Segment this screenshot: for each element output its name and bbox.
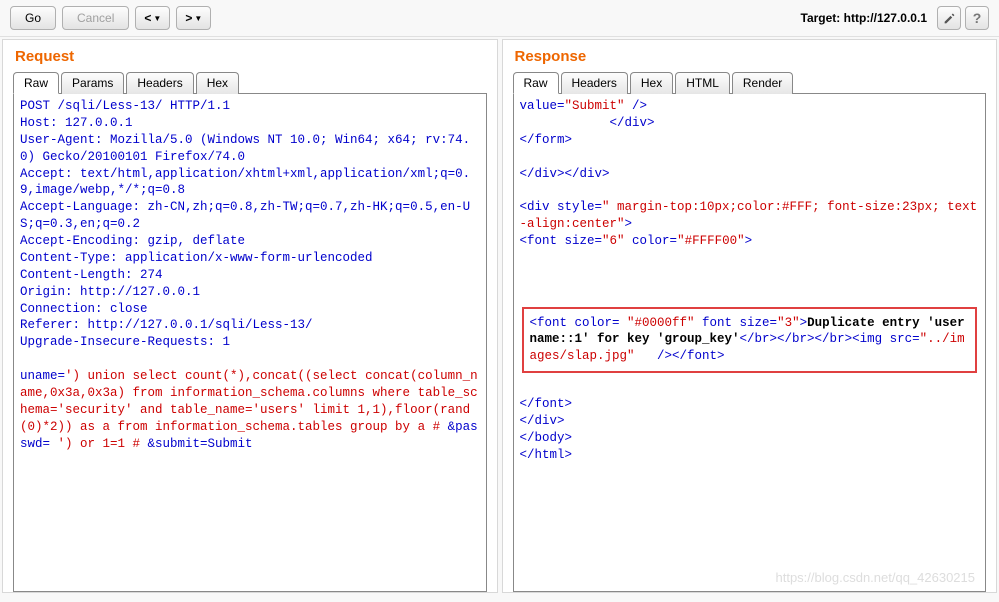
- request-panel: Request Raw Params Headers Hex POST /sql…: [2, 39, 498, 593]
- main-split: Request Raw Params Headers Hex POST /sql…: [0, 37, 999, 595]
- tab-html[interactable]: HTML: [675, 72, 730, 94]
- response-tabs: Raw Headers Hex HTML Render: [513, 71, 987, 94]
- header-lang: Accept-Language: zh-CN,zh;q=0.8,zh-TW;q=…: [20, 200, 470, 231]
- help-icon-button[interactable]: ?: [965, 6, 989, 30]
- cancel-button[interactable]: Cancel: [62, 6, 129, 30]
- toolbar: Go Cancel <▼ >▼ Target: http://127.0.0.1…: [0, 0, 999, 37]
- resp-boxc: "#0000ff": [627, 316, 695, 330]
- pencil-icon: [943, 12, 956, 25]
- header-conn: Connection: close: [20, 302, 148, 316]
- header-enc: Accept-Encoding: gzip, deflate: [20, 234, 245, 248]
- resp-l6d: color=: [625, 234, 678, 248]
- header-accept: Accept: text/html,application/xhtml+xml,…: [20, 167, 470, 198]
- tab-headers[interactable]: Headers: [126, 72, 193, 94]
- tab-headers[interactable]: Headers: [561, 72, 628, 94]
- chevron-left-icon: <: [144, 11, 151, 25]
- resp-l8: </div>: [520, 414, 565, 428]
- request-content[interactable]: POST /sqli/Less-13/ HTTP/1.1 Host: 127.0…: [14, 94, 486, 456]
- resp-l9: </body>: [520, 431, 573, 445]
- resp-boxb: color=: [575, 316, 628, 330]
- resp-l6a: <font: [520, 234, 565, 248]
- body-payload: ') union select count(*),concat((select …: [20, 369, 478, 434]
- tab-raw[interactable]: Raw: [513, 72, 559, 94]
- response-content[interactable]: value="Submit" /> </div> </form> </div><…: [514, 94, 986, 468]
- header-uir: Upgrade-Insecure-Requests: 1: [20, 335, 230, 349]
- go-button[interactable]: Go: [10, 6, 56, 30]
- resp-l6e: "#FFFF00": [677, 234, 745, 248]
- resp-boxd: font size=: [695, 316, 778, 330]
- resp-l6b: size=: [565, 234, 603, 248]
- question-icon: ?: [973, 10, 982, 26]
- dropdown-icon: ▼: [153, 14, 161, 23]
- header-ref: Referer: http://127.0.0.1/sqli/Less-13/: [20, 318, 313, 332]
- resp-l6f: >: [745, 234, 753, 248]
- request-content-wrap[interactable]: POST /sqli/Less-13/ HTTP/1.1 Host: 127.0…: [13, 94, 487, 592]
- request-line: POST /sqli/Less-13/ HTTP/1.1: [20, 99, 230, 113]
- resp-l1a: value=: [520, 99, 565, 113]
- request-title: Request: [15, 48, 487, 65]
- header-ctype: Content-Type: application/x-www-form-url…: [20, 251, 373, 265]
- resp-l5d: >: [625, 217, 633, 231]
- resp-boxa: <font: [530, 316, 575, 330]
- resp-boxg: </br></br></br><img src=: [740, 332, 920, 346]
- target-label: Target: http://127.0.0.1: [801, 11, 927, 25]
- resp-boxf: >: [800, 316, 808, 330]
- resp-l4: </div></div>: [520, 167, 610, 181]
- resp-l5b: style=: [557, 200, 602, 214]
- resp-l5a: <div: [520, 200, 558, 214]
- edit-icon-button[interactable]: [937, 6, 961, 30]
- resp-l6c: "6": [602, 234, 625, 248]
- body-param-submit: &submit=Submit: [140, 437, 253, 451]
- resp-l2: </div>: [610, 116, 655, 130]
- toolbar-right: Target: http://127.0.0.1 ?: [801, 6, 989, 30]
- error-highlight-box: <font color= "#0000ff" font size="3">Dup…: [522, 307, 978, 374]
- prev-button[interactable]: <▼: [135, 6, 170, 30]
- tab-params[interactable]: Params: [61, 72, 124, 94]
- tab-raw[interactable]: Raw: [13, 72, 59, 94]
- request-tabs: Raw Params Headers Hex: [13, 71, 487, 94]
- resp-boxe: "3": [777, 316, 800, 330]
- resp-l1c: />: [625, 99, 648, 113]
- next-button[interactable]: >▼: [176, 6, 211, 30]
- tab-hex[interactable]: Hex: [630, 72, 673, 94]
- watermark: https://blog.csdn.net/qq_42630215: [776, 570, 976, 585]
- response-content-wrap[interactable]: value="Submit" /> </div> </form> </div><…: [513, 94, 987, 592]
- header-clen: Content-Length: 274: [20, 268, 163, 282]
- header-origin: Origin: http://127.0.0.1: [20, 285, 200, 299]
- tab-render[interactable]: Render: [732, 72, 793, 94]
- resp-l7: </font>: [520, 397, 573, 411]
- header-ua: User-Agent: Mozilla/5.0 (Windows NT 10.0…: [20, 133, 470, 164]
- body-param-uname: uname=: [20, 369, 65, 383]
- resp-l3: </form>: [520, 133, 573, 147]
- tab-hex[interactable]: Hex: [196, 72, 239, 94]
- body-passwd-val: ') or 1=1 #: [50, 437, 140, 451]
- response-title: Response: [515, 48, 987, 65]
- resp-l10: </html>: [520, 448, 573, 462]
- header-host: Host: 127.0.0.1: [20, 116, 133, 130]
- response-panel: Response Raw Headers Hex HTML Render val…: [502, 39, 998, 593]
- resp-boxi: /></font>: [635, 349, 725, 363]
- resp-l1b: "Submit": [565, 99, 625, 113]
- dropdown-icon: ▼: [194, 14, 202, 23]
- chevron-right-icon: >: [185, 11, 192, 25]
